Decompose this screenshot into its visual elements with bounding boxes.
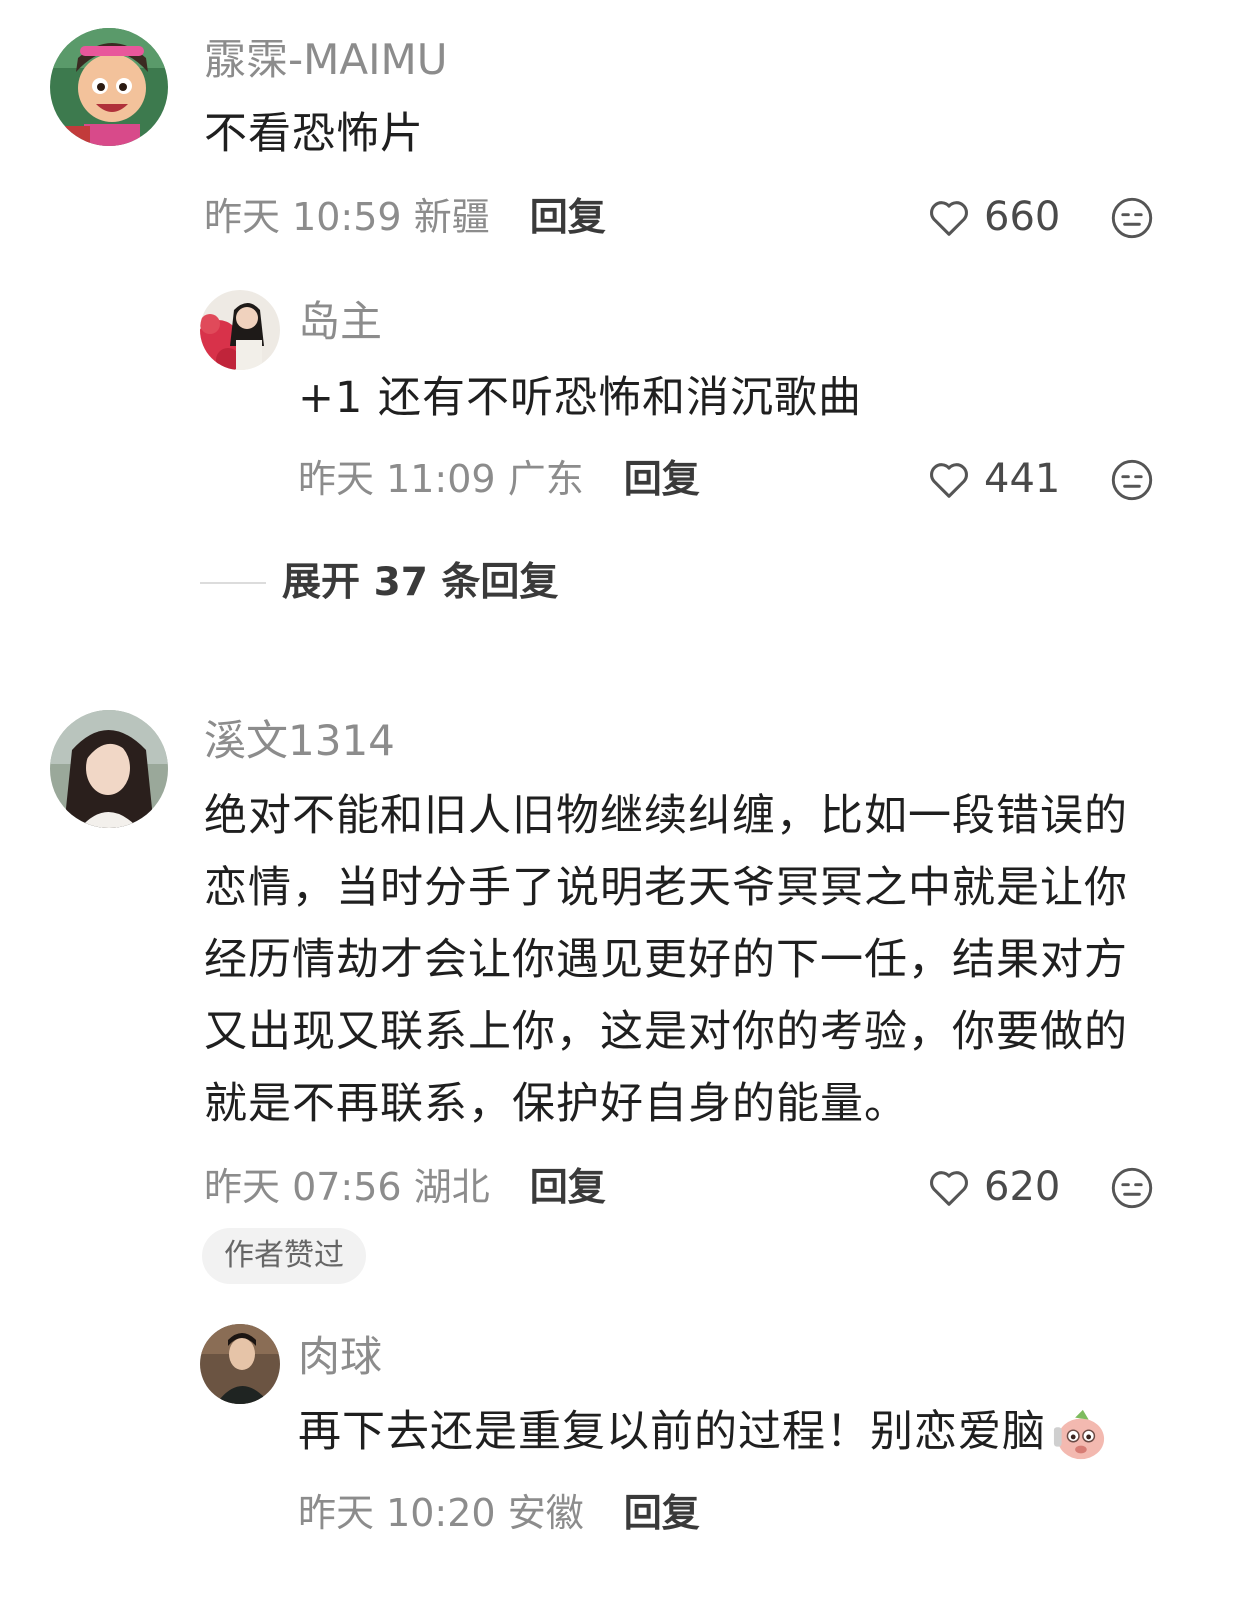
reply-time: 昨天 10:20 — [298, 1491, 496, 1535]
reply-button[interactable]: 回复 — [624, 1491, 700, 1535]
reply-username[interactable]: 岛主 — [298, 297, 382, 347]
expand-replies-button[interactable]: 展开 37 条回复 — [200, 560, 558, 606]
comment-location: 湖北 — [413, 1165, 490, 1209]
heart-outline-icon — [930, 463, 968, 498]
content-line: 恋情，当时分手了说明老天爷冥冥之中就是让你 — [204, 863, 1128, 913]
content-line: 绝对不能和旧人旧物继续纠缠，比如一段错误的 — [204, 791, 1128, 841]
meh-face-icon[interactable] — [1110, 458, 1154, 502]
author-liked-badge: 作者赞过 — [202, 1228, 366, 1284]
reply-button[interactable]: 回复 — [624, 457, 700, 501]
reply-time: 昨天 11:09 — [298, 457, 496, 501]
avatar[interactable] — [50, 710, 168, 828]
comment-time: 昨天 07:56 — [204, 1165, 402, 1209]
meh-face-icon[interactable] — [1110, 1166, 1154, 1210]
comment-content: 绝对不能和旧人旧物继续纠缠，比如一段错误的 恋情，当时分手了说明老天爷冥冥之中就… — [204, 780, 1204, 1140]
comment-content: 不看恐怖片 — [204, 109, 424, 159]
avatar[interactable] — [50, 28, 168, 146]
reply-content: +1 还有不听恐怖和消沉歌曲 — [298, 373, 863, 423]
like-count: 441 — [984, 456, 1061, 502]
heart-outline-icon — [930, 1171, 968, 1206]
reply-location: 安徽 — [507, 1491, 584, 1535]
avatar[interactable] — [200, 290, 280, 370]
comment-meta: 昨天 07:56 湖北 回复 — [204, 1164, 606, 1210]
like-button[interactable]: 660 — [926, 194, 1060, 240]
reply-username[interactable]: 肉球 — [298, 1332, 382, 1382]
comment-location: 新疆 — [413, 195, 490, 239]
reply-meta: 昨天 10:20 安徽 回复 — [298, 1490, 700, 1536]
reply-button[interactable]: 回复 — [530, 1165, 606, 1209]
comment-username[interactable]: 霡霂-MAIMU — [204, 35, 448, 85]
like-count: 620 — [984, 1164, 1061, 1210]
reply-text: 再下去还是重复以前的过程！别恋爱脑 — [298, 1407, 1046, 1457]
reply-location: 广东 — [507, 457, 584, 501]
like-button[interactable]: 441 — [926, 456, 1060, 502]
content-line: 经历情劫才会让你遇见更好的下一任，结果对方 — [204, 935, 1128, 985]
meh-face-icon[interactable] — [1110, 196, 1154, 240]
comment-meta: 昨天 10:59 新疆 回复 — [204, 194, 606, 240]
avatar[interactable] — [200, 1324, 280, 1404]
pig-sticker-icon — [1053, 1409, 1105, 1459]
content-line: 就是不再联系，保护好自身的能量。 — [204, 1079, 908, 1129]
divider-line — [200, 582, 266, 584]
reply-content: 再下去还是重复以前的过程！别恋爱脑 — [298, 1396, 1108, 1468]
like-count: 660 — [984, 194, 1061, 240]
reply-button[interactable]: 回复 — [530, 195, 606, 239]
heart-outline-icon — [930, 201, 968, 236]
reply-meta: 昨天 11:09 广东 回复 — [298, 456, 700, 502]
expand-replies-label: 展开 37 条回复 — [282, 560, 559, 605]
comment-username[interactable]: 溪文1314 — [204, 716, 395, 766]
content-line: 又出现又联系上你，这是对你的考验，你要做的 — [204, 1007, 1128, 1057]
like-button[interactable]: 620 — [926, 1164, 1060, 1210]
comment-time: 昨天 10:59 — [204, 195, 402, 239]
